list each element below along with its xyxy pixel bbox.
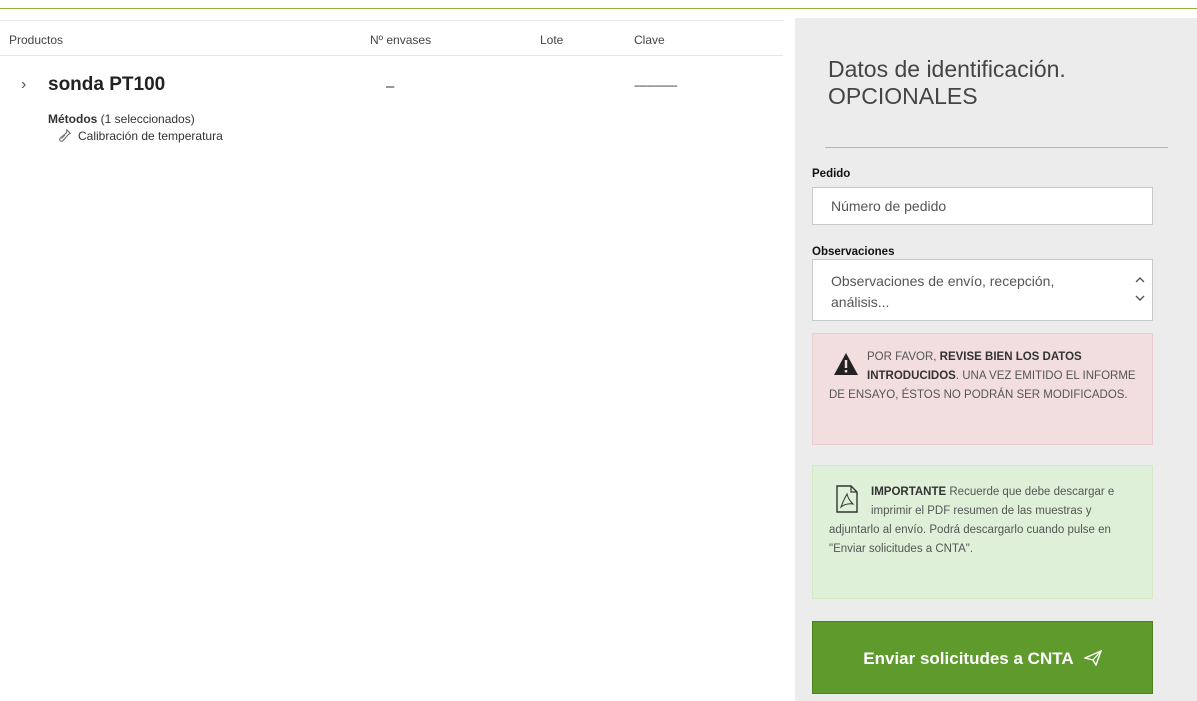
textarea-scrollbar[interactable] — [1134, 272, 1146, 308]
info-alert: IMPORTANTE Recuerde que debe descargar e… — [812, 465, 1153, 599]
header-envases: Nº envases — [370, 33, 432, 47]
pdf-icon — [836, 485, 858, 513]
pedido-placeholder: Número de pedido — [831, 198, 947, 214]
methods-title: Métodos (1 seleccionados) — [48, 112, 783, 128]
chevron-right-icon[interactable]: › — [21, 76, 26, 94]
chevron-up-icon[interactable] — [1134, 275, 1146, 285]
info-strong: IMPORTANTE — [871, 486, 947, 498]
sidebar-divider — [825, 147, 1168, 148]
methods-section: Métodos (1 seleccionados) Calibración de… — [0, 112, 783, 146]
method-item: Calibración de temperatura — [48, 128, 783, 146]
pedido-label: Pedido — [812, 168, 851, 180]
observaciones-placeholder: Observaciones de envío, recepción, análi… — [831, 273, 1055, 310]
product-row[interactable]: › sonda PT100 – ---------------- — [0, 56, 783, 112]
warning-icon — [834, 353, 858, 375]
product-name: sonda PT100 — [48, 74, 166, 95]
product-clave: ---------------- — [634, 80, 678, 92]
warning-prefix: POR FAVOR, — [867, 351, 940, 363]
header-productos: Productos — [9, 33, 64, 47]
send-requests-button[interactable]: Enviar solicitudes a CNTA — [812, 621, 1153, 694]
chevron-down-icon[interactable] — [1134, 293, 1146, 303]
header-clave: Clave — [634, 33, 665, 47]
observaciones-textarea[interactable]: Observaciones de envío, recepción, análi… — [812, 259, 1153, 321]
methods-count: (1 seleccionados) — [97, 112, 195, 126]
products-panel: Productos Nº envases Lote Clave › sonda … — [0, 20, 783, 146]
send-button-label: Enviar solicitudes a CNTA — [863, 649, 1073, 668]
header-lote: Lote — [540, 33, 564, 47]
top-accent-line — [0, 8, 1197, 9]
paper-plane-icon — [1083, 650, 1102, 666]
identification-sidebar: Datos de identificación. OPCIONALES Pedi… — [795, 18, 1197, 701]
sidebar-title: Datos de identificación. OPCIONALES — [828, 56, 1066, 109]
method-label: Calibración de temperatura — [78, 129, 223, 143]
warning-alert: POR FAVOR, REVISE BIEN LOS DATOS INTRODU… — [812, 333, 1153, 445]
pedido-input[interactable]: Número de pedido — [812, 187, 1153, 225]
flask-icon — [59, 129, 72, 142]
methods-title-strong: Métodos — [48, 112, 98, 126]
products-table-header: Productos Nº envases Lote Clave — [0, 20, 783, 56]
product-envases: – — [386, 78, 395, 95]
observaciones-label: Observaciones — [812, 246, 895, 258]
